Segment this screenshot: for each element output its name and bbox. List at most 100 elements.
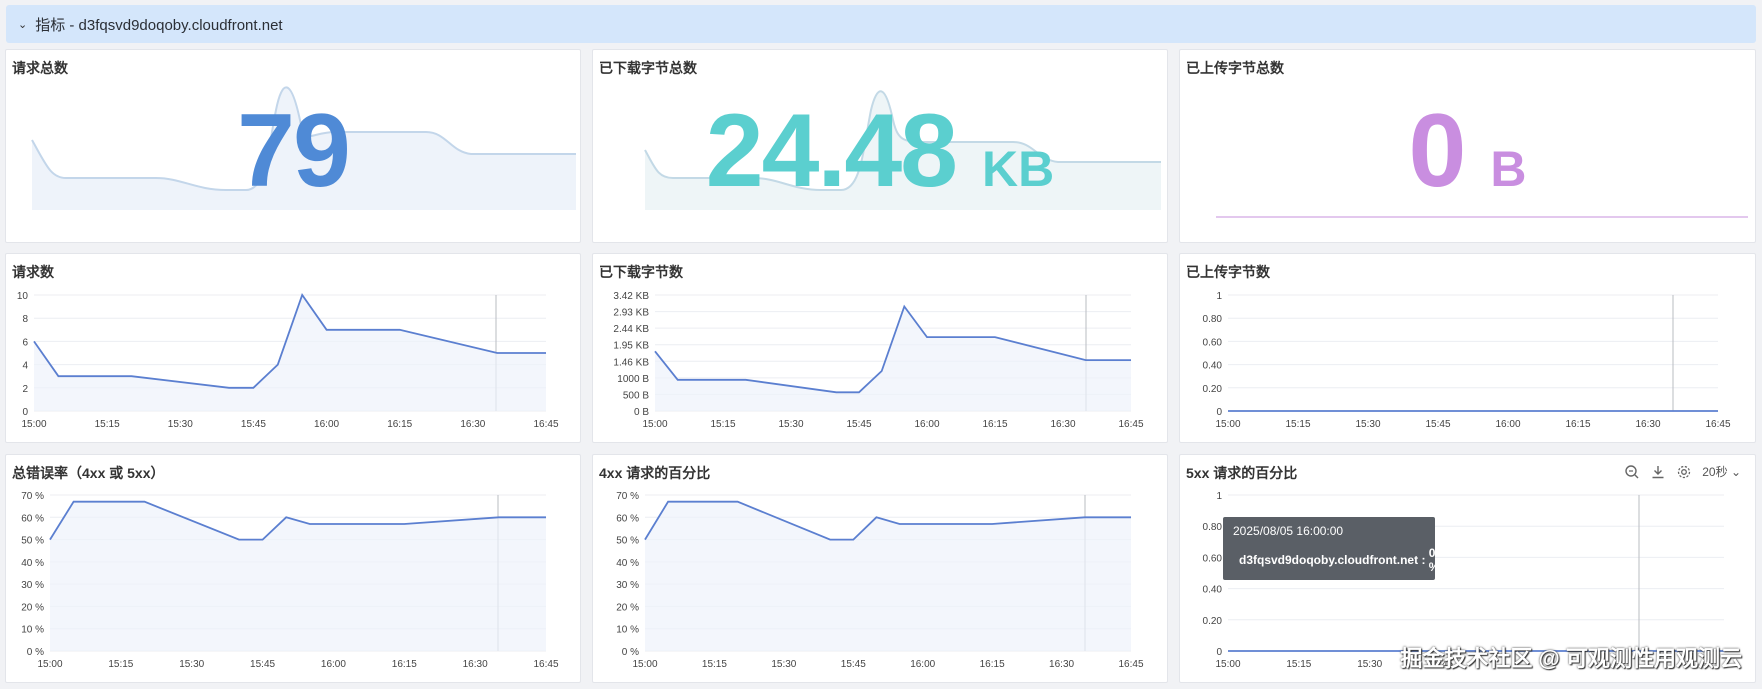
- tooltip-time: 2025/08/05 16:00:00: [1233, 524, 1344, 538]
- chart-panel-downloaded-bytes: 已下载字节数 3.42 KB 2.93 KB 2.44 KB 1.95 KB 1.46 …: [592, 253, 1168, 443]
- x-tick-label: 16:15: [387, 419, 412, 430]
- x-tick-label: 16:30: [1050, 419, 1075, 430]
- chevron-down-icon: ⌄: [1730, 465, 1741, 479]
- x-tick-label: 16:45: [533, 659, 558, 670]
- y-tick-label: 1.46 KB: [613, 357, 649, 368]
- series-area: [34, 295, 546, 411]
- x-tick-label: 15:00: [21, 419, 46, 430]
- x-tick-label: 15:30: [179, 659, 204, 670]
- y-tick-label: 0.60: [1203, 553, 1223, 564]
- y-tick-label: 0 %: [27, 647, 44, 658]
- y-tick-label: 0: [1216, 407, 1222, 418]
- y-tick-label: 40 %: [616, 558, 639, 569]
- x-tick-label: 15:45: [250, 659, 275, 670]
- tooltip-row: d3fqsvd9doqoby.cloudfront.net : 0 %: [1239, 546, 1440, 574]
- y-tick-label: 0.40: [1203, 585, 1223, 596]
- y-tick-label: 40 %: [21, 558, 44, 569]
- tooltip-value: 0 %: [1428, 546, 1440, 574]
- x-tick-label: 16:45: [1118, 419, 1143, 430]
- y-tick-label: 0.20: [1203, 384, 1223, 395]
- stat-unit: KB: [982, 141, 1055, 197]
- x-tick-label: 15:15: [1286, 659, 1311, 670]
- stat-value: 79: [237, 93, 351, 209]
- stat-panel-total-requests: 请求总数 79: [5, 49, 581, 243]
- stat-value: 0: [1408, 93, 1467, 209]
- group-title: 指标 - d3fqsvd9doqoby.cloudfront.net: [35, 16, 283, 34]
- x-tick-label: 15:00: [642, 419, 667, 430]
- x-tick-label: 16:45: [1705, 419, 1730, 430]
- stat-unit: B: [1490, 141, 1527, 197]
- x-tick-label: 15:00: [1215, 659, 1240, 670]
- big-value: 24.48 KB: [593, 92, 1167, 211]
- x-tick-label: 15:15: [1285, 419, 1310, 430]
- watermark: 掘金技术社区 @ 可观测性用观测云: [1400, 646, 1742, 671]
- line-chart[interactable]: 70 % 60 % 50 % 40 % 30 % 20 % 10 % 0 %15:00 15:1…: [6, 455, 581, 683]
- x-tick-label: 15:30: [1355, 419, 1380, 430]
- x-tick-label: 15:30: [778, 419, 803, 430]
- refresh-interval-select[interactable]: 20秒 ⌄: [1702, 463, 1741, 480]
- y-tick-label: 50 %: [21, 536, 44, 547]
- x-tick-label: 16:45: [1118, 659, 1143, 670]
- zoom-icon[interactable]: [1624, 464, 1640, 480]
- y-tick-label: 10 %: [21, 625, 44, 636]
- line-chart[interactable]: 70 % 60 % 50 % 40 % 30 % 20 % 10 % 0 %15:00 15:1…: [593, 455, 1168, 683]
- line-chart[interactable]: 3.42 KB 2.93 KB 2.44 KB 1.95 KB 1.46 KB 1000 …: [593, 254, 1168, 443]
- line-chart[interactable]: 1 0.80 0.60 0.40 0.20 015:00 15:15 15:30 15:45 16…: [1180, 254, 1756, 443]
- y-tick-label: 60 %: [21, 513, 44, 524]
- y-tick-label: 3.42 KB: [613, 291, 649, 302]
- y-tick-label: 0.80: [1203, 314, 1223, 325]
- big-value: 0B: [1180, 92, 1755, 211]
- x-tick-label: 15:00: [1215, 419, 1240, 430]
- y-tick-label: 60 %: [616, 513, 639, 524]
- y-tick-label: 2.93 KB: [613, 308, 649, 319]
- y-tick-label: 0.60: [1203, 337, 1223, 348]
- x-tick-label: 16:30: [1635, 419, 1660, 430]
- y-tick-label: 500 B: [623, 390, 649, 401]
- chevron-down-icon[interactable]: ⌄: [18, 18, 27, 31]
- series-area: [645, 501, 1131, 651]
- big-value: 79: [6, 92, 580, 211]
- y-tick-label: 0: [22, 407, 28, 418]
- y-tick-label: 10: [17, 291, 29, 302]
- y-tick-label: 6: [22, 337, 28, 348]
- y-tick-label: 30 %: [616, 580, 639, 591]
- stat-panel-downloaded-bytes: 已下载字节总数 24.48 KB: [592, 49, 1168, 243]
- x-tick-label: 15:30: [1357, 659, 1382, 670]
- x-tick-label: 16:45: [533, 419, 558, 430]
- x-tick-label: 16:30: [463, 659, 488, 670]
- x-tick-label: 16:00: [314, 419, 339, 430]
- y-tick-label: 4: [22, 361, 28, 372]
- x-tick-label: 15:30: [168, 419, 193, 430]
- y-tick-label: 2.44 KB: [613, 324, 649, 335]
- y-tick-label: 8: [22, 314, 28, 325]
- chart-panel-requests: 请求数 10 8 6 4 2 0 15:00 15:15 15:30 15:45 16:00 16:1…: [5, 253, 581, 443]
- x-tick-label: 15:15: [710, 419, 735, 430]
- y-tick-label: 0 %: [622, 647, 639, 658]
- x-tick-label: 16:15: [982, 419, 1007, 430]
- y-tick-label: 2: [22, 384, 28, 395]
- download-icon[interactable]: [1650, 464, 1666, 480]
- x-tick-label: 16:00: [914, 419, 939, 430]
- y-tick-label: 70 %: [21, 491, 44, 502]
- x-tick-label: 15:30: [771, 659, 796, 670]
- y-tick-label: 0.20: [1203, 616, 1223, 627]
- x-tick-label: 16:00: [910, 659, 935, 670]
- series-area: [655, 306, 1131, 411]
- y-tick-label: 0: [1216, 647, 1222, 658]
- x-tick-label: 16:15: [392, 659, 417, 670]
- settings-gear-icon[interactable]: [1676, 464, 1692, 480]
- y-tick-label: 1: [1216, 291, 1222, 302]
- x-tick-label: 15:45: [1425, 419, 1450, 430]
- stat-panel-uploaded-bytes: 已上传字节总数 0B: [1179, 49, 1756, 243]
- x-tick-label: 15:15: [702, 659, 727, 670]
- group-header[interactable]: ⌄ 指标 - d3fqsvd9doqoby.cloudfront.net: [6, 5, 1756, 43]
- y-tick-label: 1: [1216, 491, 1222, 502]
- x-tick-label: 16:15: [980, 659, 1005, 670]
- x-tick-label: 15:15: [95, 419, 120, 430]
- line-chart[interactable]: 10 8 6 4 2 015:00 15:15 15:30 15:45 16:00 16:15 16:…: [6, 254, 581, 443]
- x-tick-label: 16:15: [1565, 419, 1590, 430]
- stat-value: 24.48: [705, 93, 958, 209]
- chart-tooltip: 2025/08/05 16:00:00 d3fqsvd9doqoby.cloud…: [1223, 517, 1440, 580]
- x-tick-label: 15:45: [241, 419, 266, 430]
- y-tick-label: 50 %: [616, 536, 639, 547]
